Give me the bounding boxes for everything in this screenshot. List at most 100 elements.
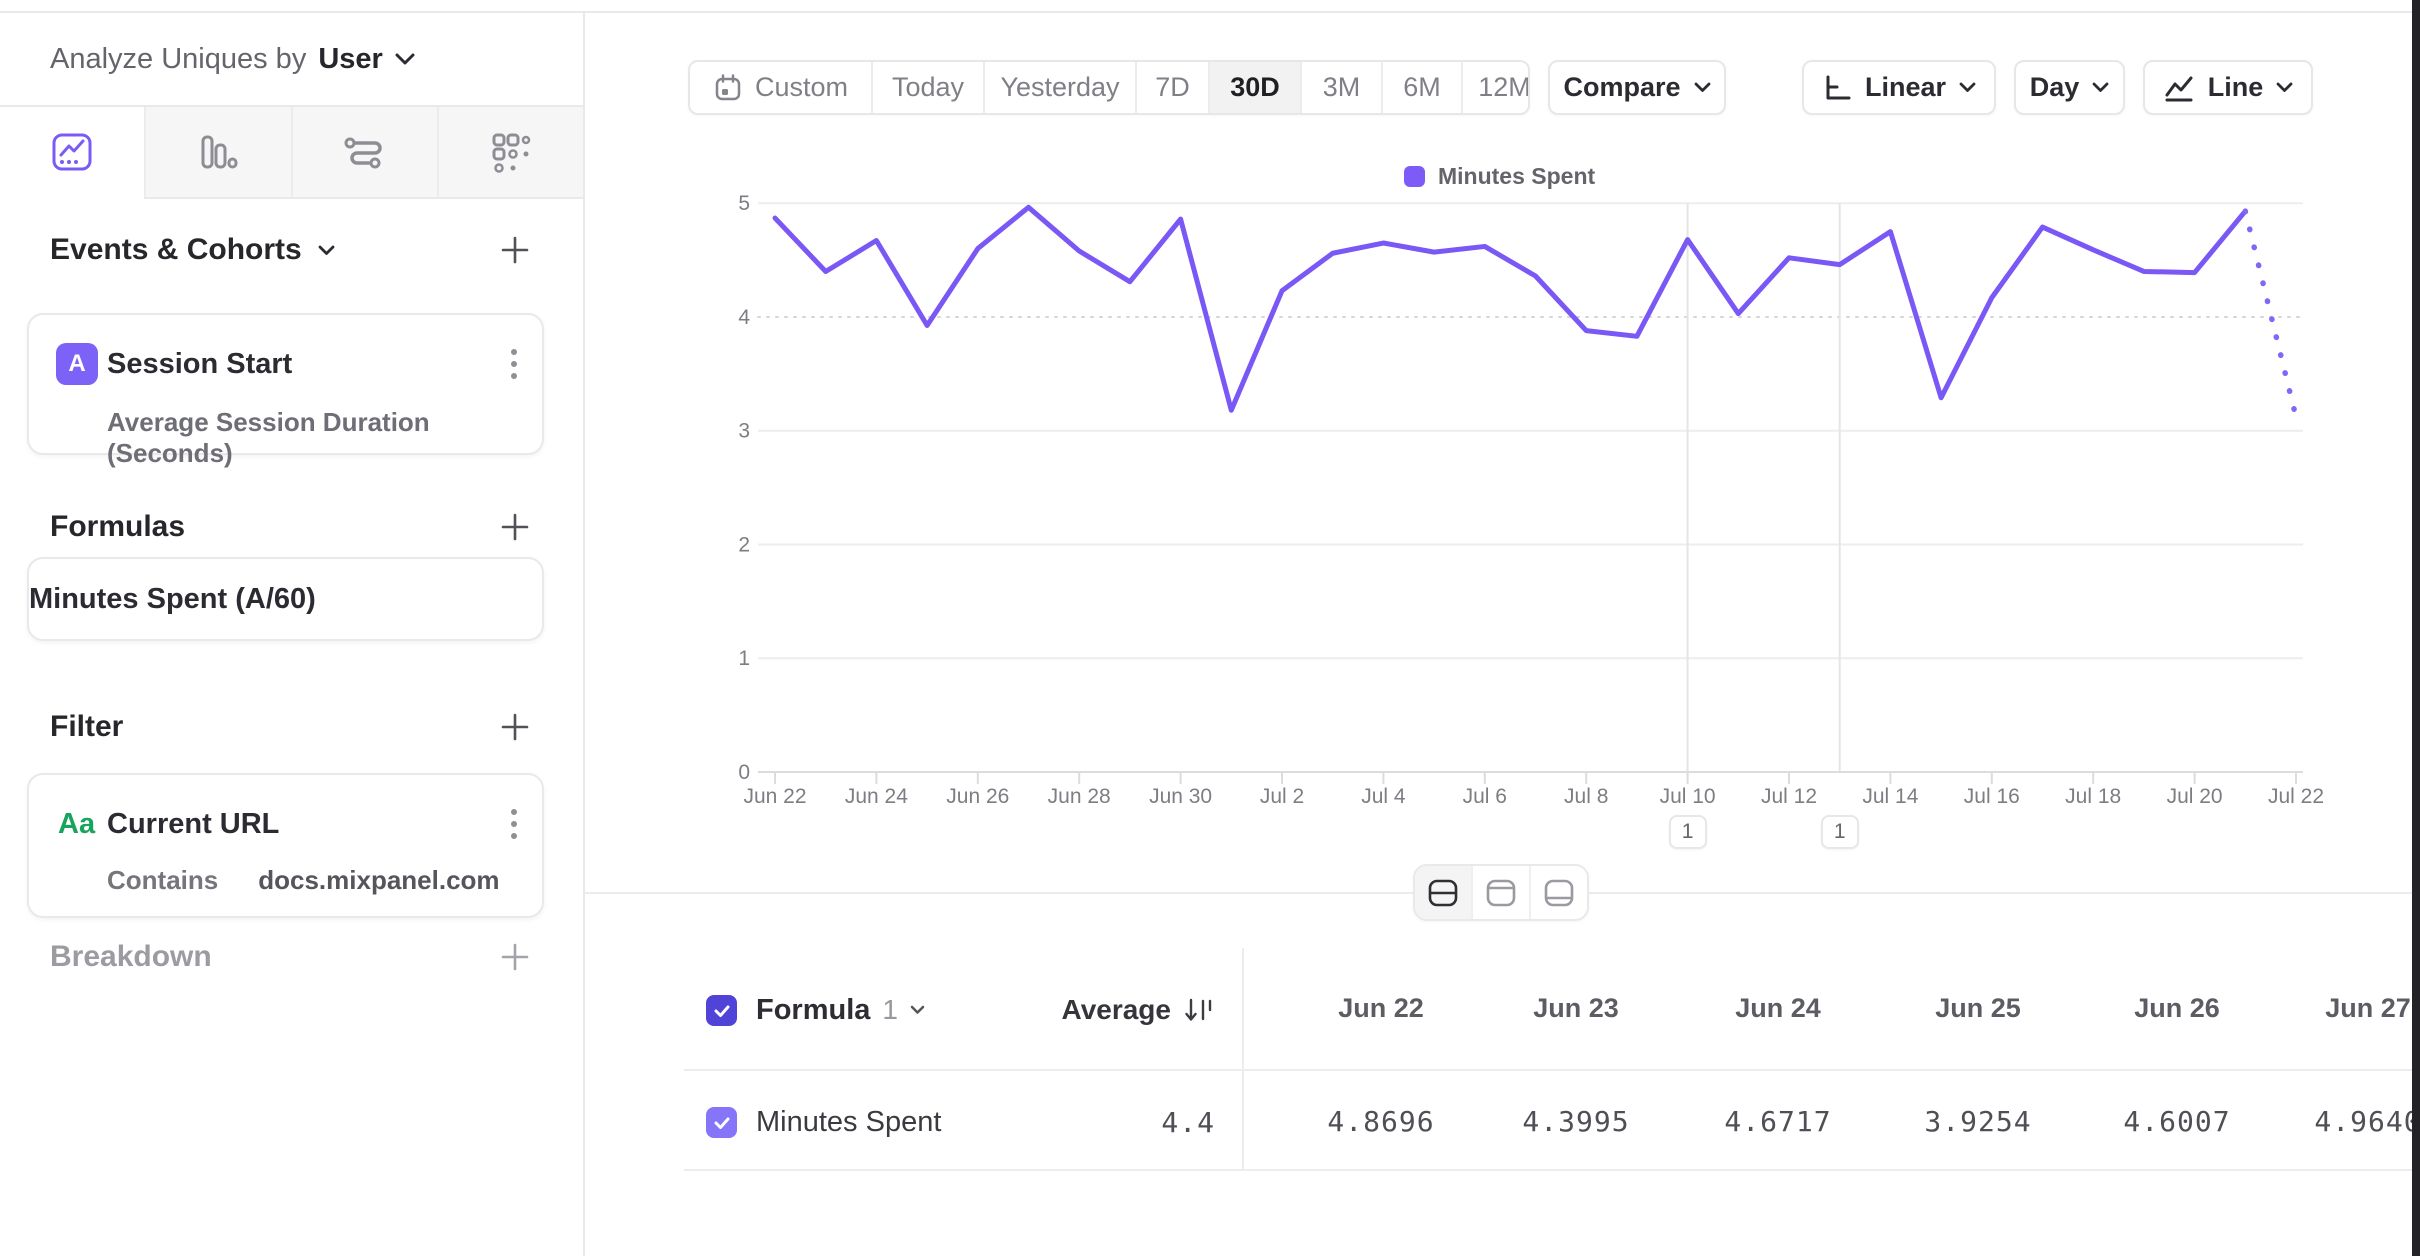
layout-split-view-button[interactable] xyxy=(1415,866,1471,919)
events-cohorts-title: Events & Cohorts xyxy=(50,233,302,267)
chart-type-dropdown[interactable]: Line xyxy=(2143,60,2313,115)
add-formula-button[interactable] xyxy=(495,507,535,547)
kebab-menu-icon xyxy=(510,807,518,843)
filter-options-button[interactable] xyxy=(510,805,520,845)
y-tick-label-1: 1 xyxy=(738,647,750,670)
date-range-label: 6M xyxy=(1403,72,1441,103)
date-range-custom[interactable]: Custom xyxy=(690,62,871,113)
date-range-30d[interactable]: 30D xyxy=(1208,62,1300,113)
filter-value[interactable]: docs.mixpanel.com xyxy=(258,865,499,896)
x-tick-label: Jun 26 xyxy=(946,785,1009,808)
tab-bar-chart[interactable] xyxy=(144,107,290,199)
table-date-header-jun-22: Jun 22 xyxy=(1271,993,1491,1024)
scale-dropdown[interactable]: Linear xyxy=(1802,60,1996,115)
average-header-label: Average xyxy=(1062,994,1171,1026)
tab-retention[interactable] xyxy=(437,107,583,199)
chevron-down-icon xyxy=(2276,82,2293,93)
tab-insights-line[interactable] xyxy=(0,107,144,199)
plus-icon xyxy=(498,710,532,744)
add-breakdown-button[interactable] xyxy=(495,937,535,977)
event-aggregation[interactable]: Average Session Duration (Seconds) xyxy=(107,407,542,469)
breakdown-title: Breakdown xyxy=(50,940,212,974)
chart-legend[interactable]: Minutes Spent xyxy=(1404,163,1595,190)
add-event-button[interactable] xyxy=(495,230,535,270)
annotation-marker-Jul 13[interactable]: 1 xyxy=(1821,815,1859,849)
filter-card-current-url[interactable]: Aa Current URL Contains docs.mixpanel.co… xyxy=(27,773,544,918)
chevron-down-icon xyxy=(1694,82,1711,93)
group-header-index: 1 xyxy=(882,994,898,1026)
date-range-yesterday[interactable]: Yesterday xyxy=(983,62,1135,113)
event-card-session-start[interactable]: A Session Start Average Session Duration… xyxy=(27,313,544,455)
bar-chart-icon xyxy=(195,129,241,175)
compare-button[interactable]: Compare xyxy=(1548,60,1726,115)
filter-property-name[interactable]: Current URL xyxy=(107,803,279,845)
select-all-checkbox[interactable] xyxy=(706,995,737,1026)
average-column-header[interactable]: Average xyxy=(960,986,1215,1034)
event-name[interactable]: Session Start xyxy=(107,343,292,385)
date-range-label: 7D xyxy=(1155,72,1190,103)
table-date-header-jun-27: Jun 27 xyxy=(2258,993,2420,1024)
string-type-badge: Aa xyxy=(58,803,95,845)
table-cell-value: 4.6007 xyxy=(2067,1105,2287,1138)
events-cohorts-header: Events & Cohorts xyxy=(50,228,335,272)
calendar-icon xyxy=(713,73,743,103)
formula-name[interactable]: Minutes Spent (A/60) xyxy=(29,559,542,639)
bottom-panel-icon xyxy=(1543,878,1575,908)
x-tick-label: Jun 24 xyxy=(845,785,908,808)
insights-line-chart-icon xyxy=(49,129,95,175)
x-tick-label: Jul 14 xyxy=(1862,785,1918,808)
date-range-7d[interactable]: 7D xyxy=(1135,62,1208,113)
x-tick-label: Jun 28 xyxy=(1048,785,1111,808)
layout-table-only-button[interactable] xyxy=(1529,866,1587,919)
scale-label: Linear xyxy=(1865,72,1946,103)
y-tick-label-4: 4 xyxy=(738,306,750,329)
add-filter-button[interactable] xyxy=(495,707,535,747)
y-tick-label-0: 0 xyxy=(738,761,750,784)
chevron-down-icon xyxy=(2092,82,2109,93)
date-range-6m[interactable]: 6M xyxy=(1381,62,1461,113)
table-header-divider xyxy=(684,1069,2412,1071)
date-range-12m[interactable]: 12M xyxy=(1461,62,1530,113)
analyze-by-label: Analyze Uniques by xyxy=(50,43,306,76)
x-tick-label: Jul 6 xyxy=(1463,785,1507,808)
analyze-uniques-row: Analyze Uniques by User xyxy=(50,37,415,81)
y-tick-label-5: 5 xyxy=(738,192,750,215)
x-tick-label: Jul 20 xyxy=(2167,785,2223,808)
date-range-label: Today xyxy=(892,72,964,103)
group-header-label: Formula xyxy=(756,994,870,1027)
x-tick-label: Jul 4 xyxy=(1361,785,1406,808)
query-builder-sidebar: Analyze Uniques by User xyxy=(0,13,585,1256)
chevron-down-icon xyxy=(1959,82,1976,93)
row-checkbox[interactable] xyxy=(706,1107,737,1138)
line-chart-icon xyxy=(2163,74,2195,102)
table-cell-value: 3.9254 xyxy=(1868,1105,2088,1138)
table-row-average-value: 4.4 xyxy=(960,1098,1215,1146)
date-range-label: Yesterday xyxy=(1000,72,1119,103)
date-range-3m[interactable]: 3M xyxy=(1300,62,1381,113)
retention-grid-icon xyxy=(488,129,534,175)
analyze-by-value-dropdown[interactable]: User xyxy=(318,43,383,76)
breakdown-header: Breakdown xyxy=(50,935,212,979)
date-range-label: 30D xyxy=(1230,72,1280,103)
formulas-header: Formulas xyxy=(50,505,185,549)
date-range-today[interactable]: Today xyxy=(871,62,983,113)
layout-chart-only-button[interactable] xyxy=(1471,866,1529,919)
formula-card[interactable]: Minutes Spent (A/60) xyxy=(27,557,544,641)
date-range-label: Custom xyxy=(755,72,848,103)
tab-flow[interactable] xyxy=(291,107,437,199)
filter-operator[interactable]: Contains xyxy=(107,865,218,896)
x-tick-label: Jun 30 xyxy=(1149,785,1212,808)
chevron-down-icon[interactable] xyxy=(318,245,335,256)
event-options-button[interactable] xyxy=(510,345,520,385)
layout-toggle-group xyxy=(1413,864,1589,921)
table-group-header[interactable]: Formula 1 xyxy=(756,986,925,1034)
chevron-down-icon[interactable] xyxy=(395,53,415,66)
filter-title: Filter xyxy=(50,710,123,744)
x-tick-label: Jul 10 xyxy=(1660,785,1716,808)
date-range-selector: Custom Today Yesterday 7D 30D 3M 6M 12M xyxy=(688,60,1530,115)
granularity-dropdown[interactable]: Day xyxy=(2014,60,2125,115)
screen-right-edge xyxy=(2412,0,2420,1256)
annotation-marker-Jul 10[interactable]: 1 xyxy=(1669,815,1707,849)
table-date-header-jun-25: Jun 25 xyxy=(1868,993,2088,1024)
table-row-series-name[interactable]: Minutes Spent xyxy=(756,1098,941,1146)
